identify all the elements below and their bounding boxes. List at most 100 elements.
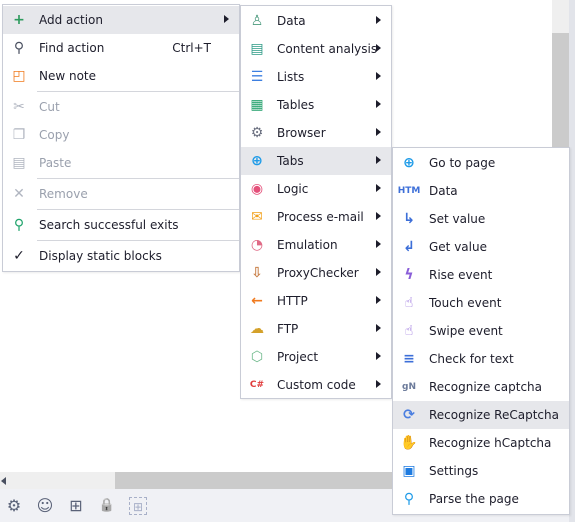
menu-item-recognize-recaptcha[interactable]: ⟳ Recognize ReCaptcha — [393, 401, 569, 429]
search-icon: ⚲ — [13, 40, 25, 56]
chevron-right-icon — [376, 380, 381, 388]
plus-icon: + — [13, 12, 25, 28]
http-get-icon: ← — [251, 293, 263, 309]
menu-item-label: Content analysis — [277, 42, 378, 56]
menu-item-copy[interactable]: ❐ Copy — [3, 121, 239, 149]
add-action-submenu: ♙ Data ▤ Content analysis ☰ Lists ▦ Tables ⚙ Brow… — [240, 5, 392, 399]
menu-item-label: Settings — [429, 464, 479, 478]
chevron-right-icon — [376, 72, 381, 80]
menu-item-swipe-event[interactable]: ☝ Swipe event — [393, 317, 569, 345]
menu-item-emulation[interactable]: ◔ Emulation — [241, 231, 391, 259]
menu-item-settings[interactable]: ▣ Settings — [393, 457, 569, 485]
menu-item-custom-code[interactable]: C# Custom code — [241, 371, 391, 399]
menu-item-label: Data — [277, 14, 306, 28]
menu-item-lists[interactable]: ☰ Lists — [241, 63, 391, 91]
search-check-icon: ⚲ — [13, 217, 25, 233]
menu-item-label: Project — [277, 350, 319, 364]
search-icon: ⚲ — [403, 491, 415, 507]
chevron-right-icon — [376, 296, 381, 304]
menu-item-label: Go to page — [429, 156, 496, 170]
menu-item-find-action[interactable]: ⚲ Find action Ctrl+T — [3, 34, 239, 62]
menu-item-get-value[interactable]: ↲ Get value — [393, 233, 569, 261]
menu-item-data[interactable]: HTM Data — [393, 177, 569, 205]
menu-item-recognize-captcha[interactable]: gN Recognize captcha — [393, 373, 569, 401]
menu-item-label: FTP — [277, 322, 299, 336]
html-icon: HTM — [397, 186, 421, 196]
table-icon: ▦ — [250, 97, 264, 113]
chevron-right-icon — [376, 268, 381, 276]
menu-item-data[interactable]: ♙ Data — [241, 7, 391, 35]
menu-item-label: Swipe event — [429, 324, 503, 338]
menu-item-http[interactable]: ← HTTP — [241, 287, 391, 315]
text-check-icon: ≡ — [403, 351, 415, 367]
scissors-icon: ✂ — [13, 99, 25, 115]
menu-item-label: Logic — [277, 182, 309, 196]
menu-item-logic[interactable]: ◉ Logic — [241, 175, 391, 203]
menu-item-browser[interactable]: ⚙ Browser — [241, 119, 391, 147]
menu-item-add-action[interactable]: + Add action — [3, 6, 239, 34]
menu-item-project[interactable]: ⬡ Project — [241, 343, 391, 371]
menu-item-label: Rise event — [429, 268, 493, 282]
menu-item-new-note[interactable]: ◰ New note — [3, 62, 239, 90]
menu-item-label: Process e-mail — [277, 210, 364, 224]
cube-icon: ⬡ — [250, 349, 264, 365]
menu-item-label: Get value — [429, 240, 487, 254]
chevron-right-icon — [376, 156, 381, 164]
menu-item-label: Custom code — [277, 378, 356, 392]
menu-item-proxychecker[interactable]: ⇩ ProxyChecker — [241, 259, 391, 287]
arrow-get-icon: ↲ — [403, 239, 415, 255]
menu-item-parse-the-page[interactable]: ⚲ Parse the page — [393, 485, 569, 513]
menu-separator — [37, 91, 239, 92]
menu-item-label: Copy — [39, 128, 70, 142]
menu-item-label: Find action — [39, 41, 105, 55]
menu-item-go-to-page[interactable]: ⊕ Go to page — [393, 149, 569, 177]
menu-item-content-analysis[interactable]: ▤ Content analysis — [241, 35, 391, 63]
menu-item-label: Paste — [39, 156, 72, 170]
menu-item-tabs[interactable]: ⊕ Tabs — [241, 147, 391, 175]
menu-item-ftp[interactable]: ☁ FTP — [241, 315, 391, 343]
menu-separator — [37, 178, 239, 179]
chevron-right-icon — [376, 352, 381, 360]
menu-item-cut[interactable]: ✂ Cut — [3, 93, 239, 121]
menu-item-remove[interactable]: ✕ Remove — [3, 180, 239, 208]
arrow-set-icon: ↳ — [403, 211, 415, 227]
chevron-right-icon — [376, 128, 381, 136]
menu-item-tables[interactable]: ▦ Tables — [241, 91, 391, 119]
chevron-right-icon — [376, 184, 381, 192]
chevron-right-icon — [376, 240, 381, 248]
menu-item-label: Parse the page — [429, 492, 519, 506]
scroll-left-arrow-icon[interactable] — [1, 477, 6, 485]
chevron-right-icon — [376, 324, 381, 332]
menu-item-check-for-text[interactable]: ≡ Check for text — [393, 345, 569, 373]
chevron-right-icon — [224, 15, 229, 23]
menu-item-rise-event[interactable]: ϟ Rise event — [393, 261, 569, 289]
menu-item-search-successful-exits[interactable]: ⚲ Search successful exits — [3, 211, 239, 239]
globe-icon: ⊕ — [251, 153, 263, 169]
captcha-icon: gN — [402, 382, 416, 392]
add-block-button[interactable]: ⊞ — [129, 497, 147, 515]
user-circle-button[interactable]: ☺ — [36, 497, 54, 515]
lock-button[interactable]: 🔒 — [98, 497, 116, 515]
menu-item-process-e-mail[interactable]: ✉ Process e-mail — [241, 203, 391, 231]
chevron-right-icon — [376, 16, 381, 24]
menu-item-display-static-blocks[interactable]: ✓ Display static blocks — [3, 242, 239, 270]
menu-item-set-value[interactable]: ↳ Set value — [393, 205, 569, 233]
hand-icon: ✋ — [400, 435, 418, 451]
gear-button[interactable]: ⚙ — [5, 497, 23, 515]
context-menu: + Add action ⚲ Find action Ctrl+T ◰ New note ✂ C… — [2, 4, 240, 272]
menu-item-label: Recognize hCaptcha — [429, 436, 552, 450]
menu-item-recognize-hcaptcha[interactable]: ✋ Recognize hCaptcha — [393, 429, 569, 457]
menu-item-label: Tabs — [277, 154, 304, 168]
mouse-icon: ◔ — [250, 237, 264, 253]
grid-button[interactable]: ⊞ — [67, 497, 85, 515]
lightning-icon: ϟ — [404, 267, 414, 283]
tabs-submenu: ⊕ Go to page HTM Data ↳ Set value ↲ Get value ϟ R… — [392, 147, 570, 515]
menu-item-label: Check for text — [429, 352, 514, 366]
menu-item-label: Recognize captcha — [429, 380, 543, 394]
menu-item-touch-event[interactable]: ☝ Touch event — [393, 289, 569, 317]
menu-item-paste[interactable]: ▤ Paste — [3, 149, 239, 177]
menu-item-label: Data — [429, 184, 458, 198]
copy-icon: ❐ — [12, 127, 26, 143]
menu-item-label: New note — [39, 69, 97, 83]
chevron-right-icon — [376, 100, 381, 108]
